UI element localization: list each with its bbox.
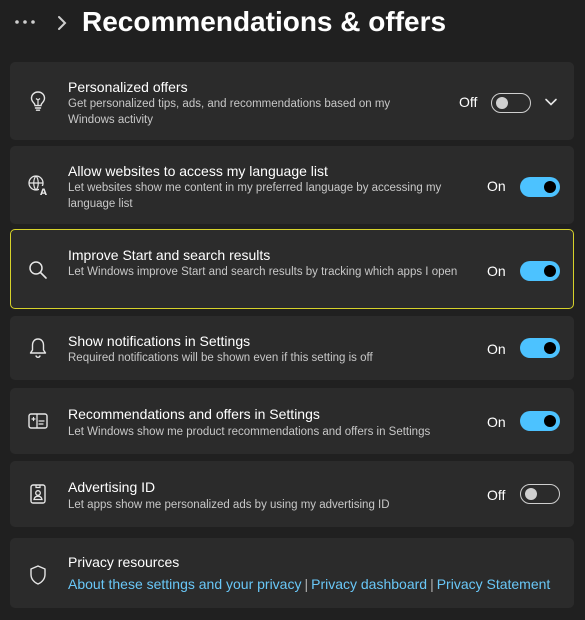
more-dots-icon[interactable] xyxy=(14,10,38,34)
search-icon xyxy=(26,258,50,282)
setting-title: Personalized offers xyxy=(68,79,188,95)
toggle-state-label: Off xyxy=(459,94,478,110)
chevron-down-icon[interactable] xyxy=(543,94,559,110)
toggle-knob xyxy=(544,181,556,193)
language-icon: A xyxy=(26,173,50,197)
privacy-dashboard-link[interactable]: Privacy dashboard xyxy=(311,576,427,592)
improve-search-toggle[interactable] xyxy=(520,261,560,281)
settings-offers-icon xyxy=(26,409,50,433)
toggle-state-label: On xyxy=(487,263,506,279)
chevron-right-icon xyxy=(56,14,68,32)
toggle-knob xyxy=(544,342,556,354)
setting-title: Advertising ID xyxy=(68,479,156,495)
link-separator: | xyxy=(430,576,434,592)
setting-card-recommendations-in-settings[interactable]: Recommendations and offers in Settings L… xyxy=(10,388,574,454)
setting-description: Get personalized tips, ads, and recommen… xyxy=(68,98,391,126)
toggle-state-label: On xyxy=(487,341,506,357)
setting-card-personalized-offers[interactable]: Personalized offers Get personalized tip… xyxy=(10,62,574,140)
link-separator: | xyxy=(304,576,309,592)
toggle-state-label: On xyxy=(487,414,506,430)
setting-title: Allow websites to access my language lis… xyxy=(68,163,328,179)
recommendations-toggle[interactable] xyxy=(520,411,560,431)
shield-icon xyxy=(26,563,50,587)
bell-icon xyxy=(26,336,50,360)
setting-description: Let apps show me personalized ads by usi… xyxy=(68,499,390,511)
personalized-offers-toggle[interactable] xyxy=(491,93,531,113)
toggle-knob xyxy=(496,97,508,109)
language-list-toggle[interactable] xyxy=(520,177,560,197)
page-title: Recommendations & offers xyxy=(82,6,447,37)
setting-card-language-list[interactable]: A Allow websites to access my language l… xyxy=(10,146,574,224)
setting-description: Let Windows improve Start and search res… xyxy=(68,266,458,278)
toggle-state-label: On xyxy=(487,178,506,194)
setting-description: Let Windows show me product recommendati… xyxy=(68,426,431,438)
setting-title: Show notifications in Settings xyxy=(68,333,251,349)
setting-description: Required notifications will be shown eve… xyxy=(68,352,373,364)
about-privacy-link[interactable]: About these settings and your privacy xyxy=(68,576,301,592)
advertising-id-icon xyxy=(26,482,50,506)
privacy-statement-link[interactable]: Privacy Statement xyxy=(437,576,551,592)
toggle-knob xyxy=(544,415,556,427)
setting-card-advertising-id[interactable]: Advertising ID Let apps show me personal… xyxy=(10,461,574,527)
lightbulb-icon xyxy=(26,89,50,113)
toggle-knob xyxy=(544,265,556,277)
setting-description: Let websites show me content in my prefe… xyxy=(68,182,442,210)
svg-text:A: A xyxy=(40,188,47,197)
toggle-state-label: Off xyxy=(487,487,506,503)
setting-title: Improve Start and search results xyxy=(68,247,271,263)
header-bar: Recommendations & offers xyxy=(0,0,585,52)
privacy-resources-card: Privacy resources About these settings a… xyxy=(10,538,574,608)
setting-card-notifications[interactable]: Show notifications in Settings Required … xyxy=(10,316,574,380)
privacy-resources-title: Privacy resources xyxy=(68,554,180,570)
notifications-toggle[interactable] xyxy=(520,338,560,358)
toggle-knob xyxy=(525,488,537,500)
privacy-links: About these settings and your privacy | Pr… xyxy=(68,576,550,592)
setting-card-improve-search[interactable]: Improve Start and search results Let Win… xyxy=(10,229,574,309)
advertising-id-toggle[interactable] xyxy=(520,484,560,504)
setting-title: Recommendations and offers in Settings xyxy=(68,406,320,422)
